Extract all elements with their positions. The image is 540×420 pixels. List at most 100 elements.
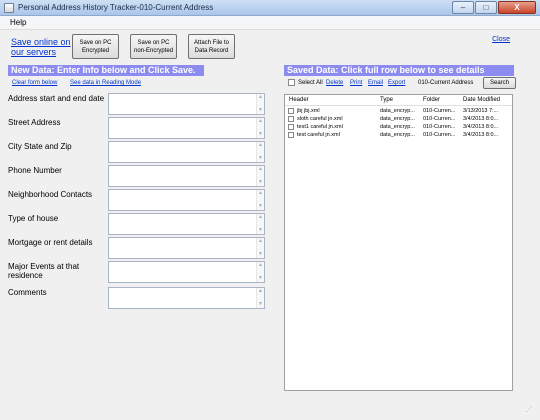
scroll-up-icon[interactable]: ▲ xyxy=(258,167,263,172)
row-date: 3/4/2013 8:0... xyxy=(463,124,499,130)
scrollbar[interactable]: ▲ ▼ xyxy=(256,142,264,162)
field-input[interactable]: ▲ ▼ xyxy=(108,189,265,211)
close-window-button[interactable]: X xyxy=(498,1,536,14)
save-online-link[interactable]: Save online on our servers xyxy=(11,37,71,57)
scrollbar[interactable]: ▲ ▼ xyxy=(256,118,264,138)
title-bar: Personal Address History Tracker-010-Cur… xyxy=(0,0,540,16)
main-content: Save online on our servers Save on PC En… xyxy=(4,31,536,416)
scrollbar[interactable]: ▲ ▼ xyxy=(256,288,264,308)
field-input[interactable]: ▲ ▼ xyxy=(108,261,265,283)
window-title: Personal Address History Tracker-010-Cur… xyxy=(18,3,214,12)
scroll-up-icon[interactable]: ▲ xyxy=(258,95,263,100)
row-folder: 010-Curren... xyxy=(423,116,456,122)
save-encrypted-button[interactable]: Save on PC Encrypted xyxy=(72,34,119,59)
scroll-down-icon[interactable]: ▼ xyxy=(258,132,263,137)
export-link[interactable]: Export xyxy=(388,80,405,86)
scrollbar[interactable]: ▲ ▼ xyxy=(256,238,264,258)
save-non-encrypted-label: Save on PC non-Encrypted xyxy=(133,39,174,54)
scrollbar[interactable]: ▲ ▼ xyxy=(256,94,264,114)
saved-records-list[interactable]: Header Type Folder Date Modified jbj jbj… xyxy=(284,94,513,391)
scroll-down-icon[interactable]: ▼ xyxy=(258,156,263,161)
menu-help[interactable]: Help xyxy=(10,18,26,27)
table-row[interactable]: test1 careful jn.xml data_encryp... 010-Cu… xyxy=(285,123,512,131)
field-input[interactable]: ▲ ▼ xyxy=(108,237,265,259)
row-folder: 010-Curren... xyxy=(423,124,456,130)
window-controls: – □ X xyxy=(451,1,536,14)
field-input[interactable]: ▲ ▼ xyxy=(108,165,265,187)
reading-mode-link[interactable]: See data in Reading Mode xyxy=(70,80,141,86)
scroll-down-icon[interactable]: ▼ xyxy=(258,204,263,209)
row-type: data_encryp... xyxy=(380,132,415,138)
scroll-up-icon[interactable]: ▲ xyxy=(258,289,263,294)
search-button[interactable]: Search xyxy=(483,77,516,89)
field-input[interactable]: ▲ ▼ xyxy=(108,141,265,163)
scroll-down-icon[interactable]: ▼ xyxy=(258,180,263,185)
maximize-button[interactable]: □ xyxy=(475,1,497,14)
resize-grip-icon[interactable]: ⋰ xyxy=(526,406,534,414)
scrollbar[interactable]: ▲ ▼ xyxy=(256,166,264,186)
field-label: Mortgage or rent details xyxy=(8,238,93,247)
attach-file-label: Attach File to Data Record xyxy=(193,39,229,54)
scrollbar[interactable]: ▲ ▼ xyxy=(256,262,264,282)
column-type[interactable]: Type xyxy=(380,97,393,103)
column-header[interactable]: Header xyxy=(289,97,309,103)
scroll-up-icon[interactable]: ▲ xyxy=(258,119,263,124)
scroll-down-icon[interactable]: ▼ xyxy=(258,108,263,113)
row-header: test1 careful jn.xml xyxy=(297,124,343,130)
row-type: data_encryp... xyxy=(380,108,415,114)
menu-bar: Help xyxy=(0,16,540,30)
clear-form-link[interactable]: Clear form below xyxy=(12,80,57,86)
close-link[interactable]: Close xyxy=(492,36,510,43)
scroll-up-icon[interactable]: ▲ xyxy=(258,215,263,220)
table-row[interactable]: test careful jn.xml data_encryp... 010-Cur… xyxy=(285,131,512,139)
scroll-up-icon[interactable]: ▲ xyxy=(258,191,263,196)
row-checkbox[interactable] xyxy=(288,124,294,130)
scroll-down-icon[interactable]: ▼ xyxy=(258,276,263,281)
saved-data-banner: Saved Data: Click full row below to see … xyxy=(284,65,514,76)
app-icon xyxy=(4,3,14,13)
row-checkbox[interactable] xyxy=(288,132,294,138)
new-data-banner: New Data: Enter Info below and Click Sav… xyxy=(8,65,204,76)
row-date: 3/4/2013 8:0... xyxy=(463,132,499,138)
scroll-down-icon[interactable]: ▼ xyxy=(258,252,263,257)
scroll-down-icon[interactable]: ▼ xyxy=(258,228,263,233)
email-link[interactable]: Email xyxy=(368,80,383,86)
table-row[interactable]: sloth careful jn.xml data_encryp... 010-Cu… xyxy=(285,115,512,123)
attach-file-button[interactable]: Attach File to Data Record xyxy=(188,34,235,59)
row-checkbox[interactable] xyxy=(288,108,294,114)
row-header: test careful jn.xml xyxy=(297,132,340,138)
select-all-checkbox[interactable] xyxy=(288,79,295,86)
table-row[interactable]: jbj jbj.xml data_encryp... 010-Curren... 3/… xyxy=(285,107,512,115)
row-type: data_encryp... xyxy=(380,116,415,122)
field-label: Comments xyxy=(8,288,47,297)
row-folder: 010-Curren... xyxy=(423,108,456,114)
save-non-encrypted-button[interactable]: Save on PC non-Encrypted xyxy=(130,34,177,59)
delete-link[interactable]: Delete xyxy=(326,80,343,86)
field-label: City State and Zip xyxy=(8,142,72,151)
scrollbar[interactable]: ▲ ▼ xyxy=(256,190,264,210)
column-date-modified[interactable]: Date Modified xyxy=(463,97,500,103)
current-folder: 010-Current Address xyxy=(418,80,474,86)
field-input[interactable]: ▲ ▼ xyxy=(108,93,265,115)
column-folder[interactable]: Folder xyxy=(423,97,440,103)
field-input[interactable]: ▲ ▼ xyxy=(108,213,265,235)
field-label: Type of house xyxy=(8,214,59,223)
scroll-up-icon[interactable]: ▲ xyxy=(258,263,263,268)
field-label: Phone Number xyxy=(8,166,62,175)
print-link[interactable]: Print xyxy=(350,80,362,86)
field-label: Neighborhood Contacts xyxy=(8,190,93,199)
minimize-button[interactable]: – xyxy=(452,1,474,14)
scrollbar[interactable]: ▲ ▼ xyxy=(256,214,264,234)
field-label: Address start and end date xyxy=(8,94,105,103)
row-folder: 010-Curren... xyxy=(423,132,456,138)
row-date: 3/13/2013 7:... xyxy=(463,108,499,114)
scroll-down-icon[interactable]: ▼ xyxy=(258,302,263,307)
saved-data-toolbar: Select All Delete Print Email Export 010… xyxy=(284,77,516,91)
field-input[interactable]: ▲ ▼ xyxy=(108,287,265,309)
row-checkbox[interactable] xyxy=(288,116,294,122)
field-input[interactable]: ▲ ▼ xyxy=(108,117,265,139)
scroll-up-icon[interactable]: ▲ xyxy=(258,143,263,148)
field-label: Major Events at that residence xyxy=(8,262,80,280)
scroll-up-icon[interactable]: ▲ xyxy=(258,239,263,244)
row-header: jbj jbj.xml xyxy=(297,108,320,114)
